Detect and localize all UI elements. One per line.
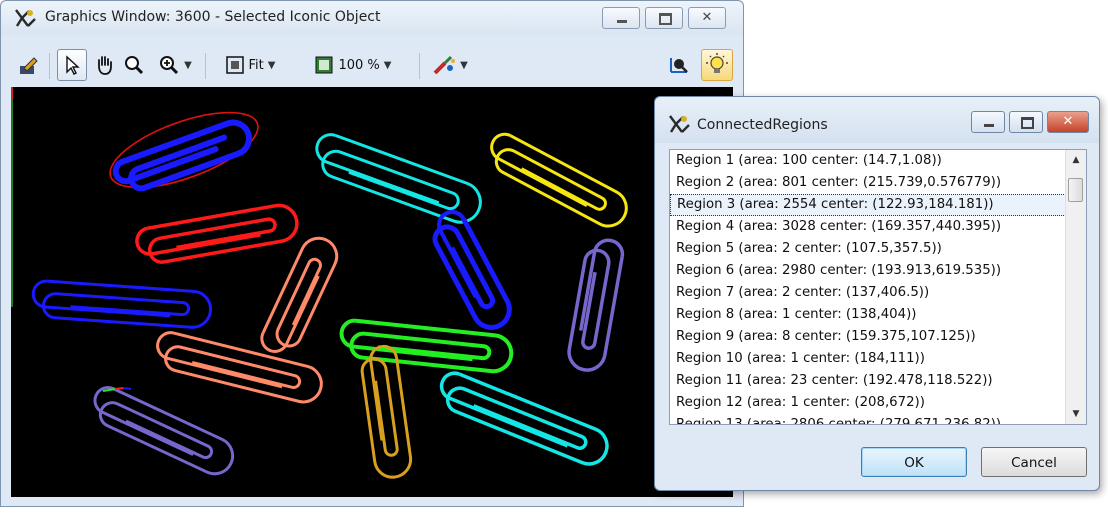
color-tool-dropdown[interactable]: ▼	[425, 49, 475, 81]
region-list-item[interactable]: Region 11 (area: 23 center: (192.478,118…	[670, 370, 1066, 392]
chevron-down-icon: ▼	[460, 59, 468, 71]
dialog-maximize-button[interactable]	[1009, 111, 1043, 133]
maximize-button[interactable]	[645, 7, 683, 29]
ok-button[interactable]: OK	[861, 447, 967, 477]
graphics-window-titlebar[interactable]: Graphics Window: 3600 - Selected Iconic …	[1, 1, 743, 35]
region-list-item[interactable]: Region 10 (area: 1 center: (184,111))	[670, 348, 1066, 370]
close-button[interactable]: ✕	[688, 7, 726, 29]
graphics-toolbar: ▼ Fit ▼ 100 % ▼ ▼	[11, 49, 735, 83]
graphics-window: Graphics Window: 3600 - Selected Iconic …	[0, 0, 744, 507]
scrollbar-thumb[interactable]	[1068, 178, 1083, 202]
hand-pan-icon[interactable]	[91, 49, 117, 81]
image-canvas[interactable]	[11, 87, 733, 497]
region-list-item[interactable]: Region 7 (area: 2 center: (137,406.5))	[670, 282, 1066, 304]
regions-list: Region 1 (area: 100 center: (14.7,1.08))…	[670, 150, 1066, 424]
fit-window-icon	[225, 56, 244, 74]
chevron-down-icon: ▼	[383, 59, 392, 71]
paint-brush-icon	[433, 55, 456, 75]
region-list-item[interactable]: Region 6 (area: 2980 center: (193.913,61…	[670, 260, 1066, 282]
region-list-item[interactable]: Region 9 (area: 8 center: (159.375,107.1…	[670, 326, 1066, 348]
regions-listbox[interactable]: Region 1 (area: 100 center: (14.7,1.08))…	[669, 149, 1087, 425]
pencil-edit-icon[interactable]	[15, 49, 43, 81]
connected-regions-dialog: ConnectedRegions ✕ Region 1 (area: 100 c…	[654, 96, 1100, 491]
region-list-item[interactable]: Region 13 (area: 2806 center: (279.671,2…	[670, 414, 1066, 424]
fit-label: Fit	[248, 57, 264, 73]
halcon-app-icon	[669, 115, 690, 133]
zoom-100-icon	[315, 56, 333, 74]
graphics-window-title: Graphics Window: 3600 - Selected Iconic …	[45, 9, 381, 25]
zoom-percent-label: 100 %	[338, 57, 380, 73]
cancel-button[interactable]: Cancel	[981, 447, 1087, 477]
dialog-minimize-button[interactable]	[971, 111, 1005, 133]
region-list-item[interactable]: Region 8 (area: 1 center: (138,404))	[670, 304, 1066, 326]
fit-dropdown[interactable]: Fit ▼	[213, 49, 287, 81]
region-list-item[interactable]: Region 12 (area: 1 center: (208,672))	[670, 392, 1066, 414]
dialog-title: ConnectedRegions	[697, 117, 828, 133]
halcon-app-icon	[15, 9, 36, 27]
chevron-down-icon: ▼	[184, 59, 192, 71]
dialog-close-button[interactable]: ✕	[1047, 111, 1089, 133]
region-list-item[interactable]: Region 3 (area: 2554 center: (122.93,184…	[670, 194, 1066, 216]
paperclip-regions-image	[11, 87, 628, 479]
scroll-up-icon[interactable]: ▲	[1066, 150, 1086, 170]
zoom-percent-dropdown[interactable]: 100 % ▼	[293, 49, 413, 81]
minimize-button[interactable]	[602, 7, 640, 29]
region-list-item[interactable]: Region 1 (area: 100 center: (14.7,1.08))	[670, 150, 1066, 172]
vertical-scrollbar[interactable]: ▲ ▼	[1065, 150, 1086, 424]
chevron-down-icon: ▼	[267, 59, 276, 71]
region-list-item[interactable]: Region 4 (area: 3028 center: (169.357,44…	[670, 216, 1066, 238]
lightbulb-icon[interactable]	[701, 49, 733, 81]
region-list-item[interactable]: Region 5 (area: 2 center: (107.5,357.5))	[670, 238, 1066, 260]
inspect-coordinates-icon[interactable]	[665, 49, 693, 81]
region-list-item[interactable]: Region 2 (area: 801 center: (215.739,0.5…	[670, 172, 1066, 194]
dialog-titlebar[interactable]: ConnectedRegions ✕	[655, 97, 1099, 143]
scroll-down-icon[interactable]: ▼	[1066, 404, 1086, 424]
zoom-in-dropdown[interactable]: ▼	[151, 49, 199, 81]
pointer-tool-icon[interactable]	[57, 49, 87, 81]
magnifier-icon[interactable]	[121, 49, 147, 81]
